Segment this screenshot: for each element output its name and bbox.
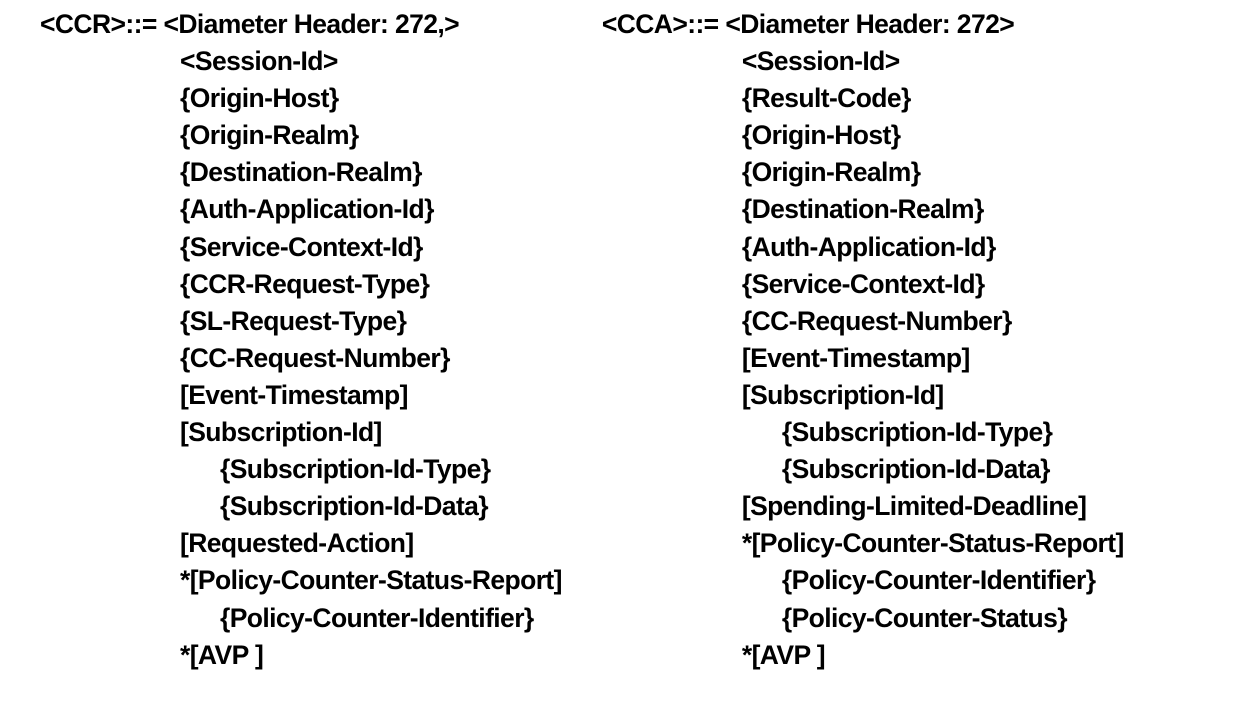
cca-avp-line: {Destination-Realm} [602,191,1124,228]
cca-avp-line: {Origin-Host} [602,117,1124,154]
cca-avp-subline: {Policy-Counter-Status} [602,600,1124,637]
ccr-avp-line: {CC-Request-Number} [40,340,562,377]
ccr-diameter-header: <Diameter Header: 272,> [163,6,459,43]
ccr-avp-line: [Subscription-Id] [40,414,562,451]
ccr-avp-line: *[AVP ] [40,637,562,674]
ccr-label: <CCR>::= [40,6,163,43]
ccr-definition-column: <CCR>::= <Diameter Header: 272,> <Sessio… [40,6,562,674]
cca-avp-line: [Event-Timestamp] [602,340,1124,377]
cca-avp-line: {Origin-Realm} [602,154,1124,191]
cca-avp-line: *[AVP ] [602,637,1124,674]
ccr-avp-line: <Session-Id> [40,43,562,80]
cca-avp-subline: {Policy-Counter-Identifier} [602,562,1124,599]
cca-diameter-header: <Diameter Header: 272> [725,6,1014,43]
ccr-avp-line: {Origin-Realm} [40,117,562,154]
cca-avp-line: <Session-Id> [602,43,1124,80]
cca-avp-line: [Spending-Limited-Deadline] [602,488,1124,525]
ccr-avp-subline: {Policy-Counter-Identifier} [40,600,562,637]
ccr-avp-line: *[Policy-Counter-Status-Report] [40,562,562,599]
ccr-header: <CCR>::= <Diameter Header: 272,> [40,6,562,43]
ccr-avp-line: {Origin-Host} [40,80,562,117]
ccr-avp-line: {Service-Context-Id} [40,229,562,266]
cca-avp-line: {Result-Code} [602,80,1124,117]
cca-label: <CCA>::= [602,6,725,43]
cca-avp-subline: {Subscription-Id-Data} [602,451,1124,488]
cca-header: <CCA>::= <Diameter Header: 272> [602,6,1124,43]
ccr-avp-line: [Requested-Action] [40,525,562,562]
abnf-grammar-container: <CCR>::= <Diameter Header: 272,> <Sessio… [0,0,1164,680]
cca-avp-line: [Subscription-Id] [602,377,1124,414]
ccr-avp-subline: {Subscription-Id-Type} [40,451,562,488]
ccr-avp-line: {CCR-Request-Type} [40,266,562,303]
ccr-avp-subline: {Subscription-Id-Data} [40,488,562,525]
cca-avp-line: *[Policy-Counter-Status-Report] [602,525,1124,562]
cca-avp-subline: {Subscription-Id-Type} [602,414,1124,451]
ccr-avp-line: {Auth-Application-Id} [40,191,562,228]
ccr-avp-line: {Destination-Realm} [40,154,562,191]
ccr-avp-line: [Event-Timestamp] [40,377,562,414]
cca-avp-line: {Service-Context-Id} [602,266,1124,303]
cca-avp-line: {Auth-Application-Id} [602,229,1124,266]
cca-avp-line: {CC-Request-Number} [602,303,1124,340]
ccr-avp-line: {SL-Request-Type} [40,303,562,340]
cca-definition-column: <CCA>::= <Diameter Header: 272> <Session… [602,6,1124,674]
